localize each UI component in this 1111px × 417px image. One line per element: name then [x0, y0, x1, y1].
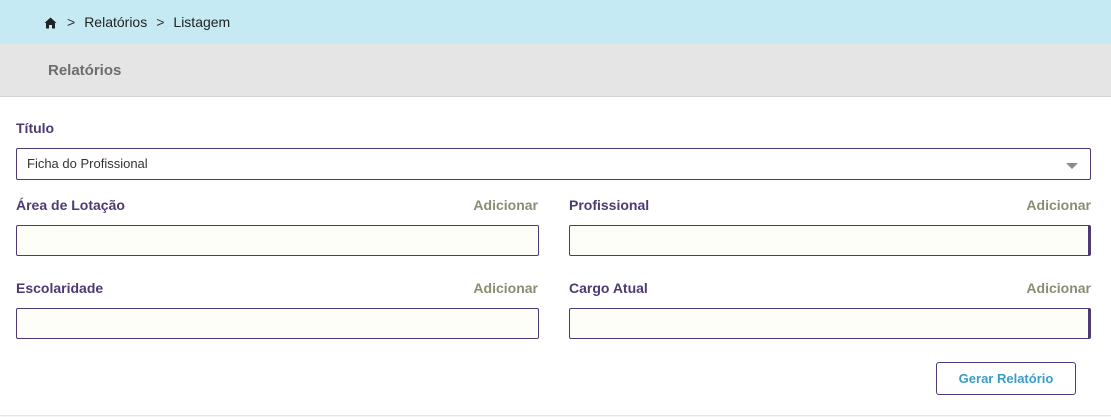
home-icon[interactable]: [44, 16, 57, 29]
escolaridade-add-link[interactable]: Adicionar: [448, 280, 538, 296]
page-title: Relatórios: [48, 61, 122, 79]
area-lotacao-input[interactable]: [16, 225, 539, 256]
escolaridade-input[interactable]: [16, 308, 539, 339]
profissional-label: Profissional: [569, 197, 650, 213]
titulo-selected-value: Ficha do Profissional: [27, 156, 148, 171]
profissional-input[interactable]: [569, 225, 1091, 256]
breadcrumb-item-relatorios[interactable]: Relatórios: [84, 14, 147, 30]
caret-down-icon: [1066, 163, 1078, 169]
cargo-atual-add-link[interactable]: Adicionar: [1001, 280, 1091, 296]
gerar-relatorio-button[interactable]: Gerar Relatório: [936, 362, 1076, 395]
area-lotacao-label: Área de Lotação: [16, 197, 125, 213]
titulo-label: Título: [16, 120, 55, 136]
cargo-atual-label: Cargo Atual: [569, 280, 648, 296]
breadcrumb: > Relatórios > Listagem: [0, 0, 1111, 44]
profissional-add-link[interactable]: Adicionar: [1001, 197, 1091, 213]
breadcrumb-item-listagem: Listagem: [173, 14, 231, 30]
titulo-select[interactable]: Ficha do Profissional: [16, 148, 1091, 180]
report-form: Título Ficha do Profissional Área de Lot…: [0, 98, 1111, 416]
area-lotacao-add-link[interactable]: Adicionar: [448, 197, 538, 213]
breadcrumb-separator: >: [67, 14, 76, 30]
page-header: Relatórios: [0, 44, 1111, 97]
cargo-atual-input[interactable]: [569, 308, 1091, 339]
breadcrumb-separator: >: [156, 14, 165, 30]
escolaridade-label: Escolaridade: [16, 280, 104, 296]
